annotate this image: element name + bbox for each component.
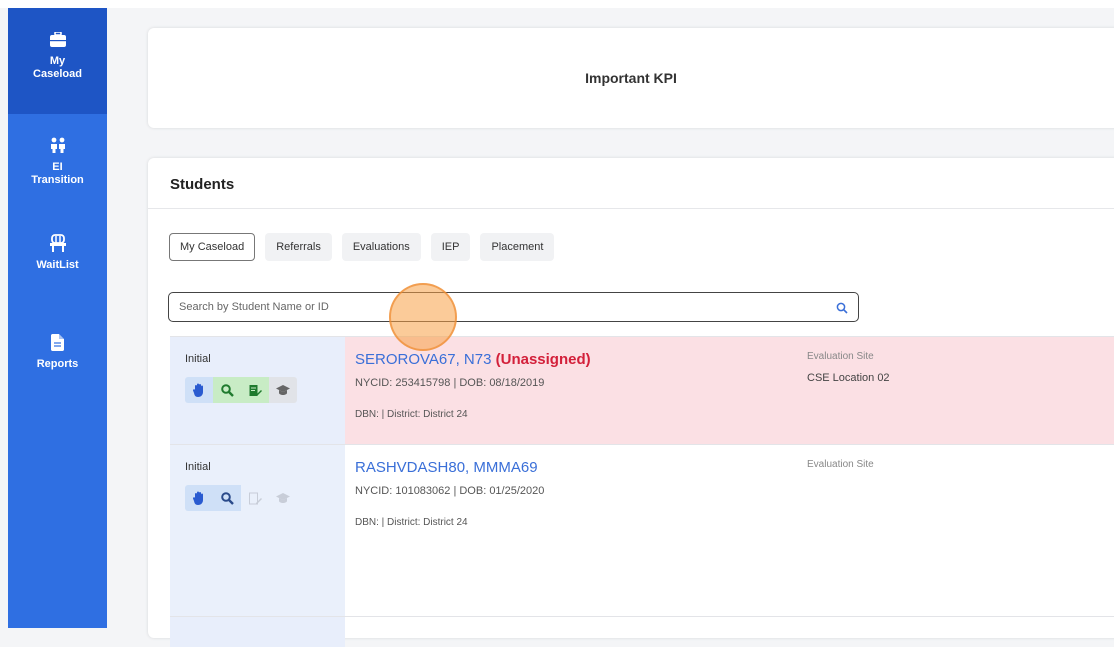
evaluation-site-value: CSE Location 02 [807,372,890,384]
search-input[interactable] [177,300,821,314]
unassigned-badge: (Unassigned) [495,351,591,368]
stage-label: Initial [185,461,211,473]
tab-my-caseload[interactable]: My Caseload [169,233,256,261]
workflow-icons [185,485,297,511]
search-box [168,292,859,322]
magnifier-icon[interactable] [213,377,241,403]
sidebar-item-my-caseload[interactable]: My Caseload [8,8,107,114]
student-district: DBN: | District: District 24 [355,409,468,420]
row-detail: RASHVDASH80, MMMA69 NYCID: 101083062 | D… [345,445,1114,617]
students-title: Students [170,176,235,193]
tab-referrals[interactable]: Referrals [265,233,332,261]
sidebar: My Caseload EI Transition WaitList Repor… [8,8,107,628]
sidebar-item-label: Reports [36,358,79,370]
hand-icon[interactable] [185,377,213,403]
graduation-cap-icon[interactable] [269,377,297,403]
table-row[interactable]: Initial RASHVDASH80, MMMA69 NYCID: 10108… [170,444,1114,617]
edit-document-icon [241,485,269,511]
tab-iep[interactable]: IEP [430,233,471,261]
kpi-card: Important KPI [148,28,1114,128]
cursor-highlight [389,283,457,351]
hand-icon[interactable] [185,485,213,511]
document-icon [47,331,69,353]
evaluation-site-label: Evaluation Site [807,351,874,362]
edit-document-icon[interactable] [241,377,269,403]
graduation-cap-icon [269,485,297,511]
briefcase-icon [47,28,69,50]
sidebar-item-ei-transition[interactable]: EI Transition [8,134,107,187]
row-status-panel [170,617,345,647]
workflow-icons [185,377,297,403]
top-strip [0,0,1114,8]
row-status-panel: Initial [170,337,345,445]
sidebar-item-label: My Caseload [33,55,82,80]
student-tabs: My Caseload Referrals Evaluations IEP Pl… [169,233,555,261]
people-icon [47,134,69,156]
student-district: DBN: | District: District 24 [355,517,468,528]
sidebar-item-label: WaitList [36,259,79,271]
table-row[interactable]: Initial SEROROVA67, N73 (Unassigned) NYC… [170,336,1114,445]
kpi-title: Important KPI [585,70,677,86]
stage-label: Initial [185,353,211,365]
student-ids: NYCID: 253415798 | DOB: 08/18/2019 [355,377,545,389]
student-name-link[interactable]: SEROROVA67, N73 (Unassigned) [355,351,591,368]
sidebar-item-label: EI Transition [31,161,84,186]
student-name-link[interactable]: RASHVDASH80, MMMA69 [355,459,538,476]
row-detail: SEROROVA67, N73 (Unassigned) NYCID: 2534… [345,337,1114,445]
student-ids: NYCID: 101083062 | DOB: 01/25/2020 [355,485,545,497]
table-row[interactable] [170,616,1114,647]
evaluation-site-label: Evaluation Site [807,459,874,470]
chair-icon [47,232,69,254]
student-name[interactable]: SEROROVA67, N73 [355,351,491,368]
row-status-panel: Initial [170,445,345,617]
sidebar-item-reports[interactable]: Reports [8,331,107,371]
students-card: Students My Caseload Referrals Evaluatio… [148,158,1114,647]
tab-evaluations[interactable]: Evaluations [341,233,421,261]
divider [148,208,1114,209]
sidebar-item-waitlist[interactable]: WaitList [8,232,107,272]
tab-placement[interactable]: Placement [480,233,555,261]
search-icon[interactable] [836,301,848,319]
magnifier-icon[interactable] [213,485,241,511]
student-name[interactable]: RASHVDASH80, MMMA69 [355,459,538,476]
